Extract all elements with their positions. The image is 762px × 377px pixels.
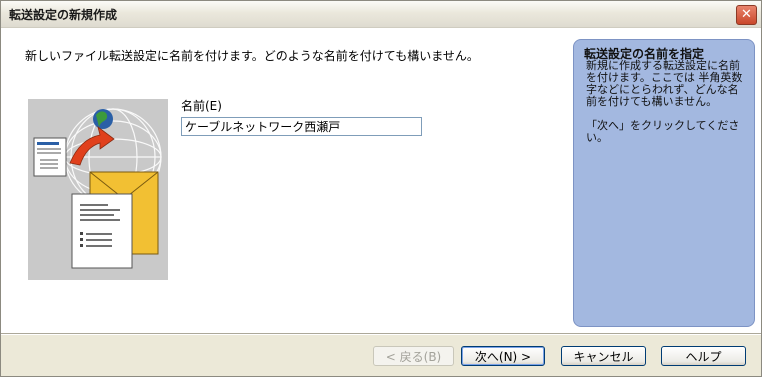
help-text-1: 新規に作成する転送設定に名前を付けます。ここでは 半角英数字などにとらわれず、ど… bbox=[586, 59, 743, 108]
cancel-button[interactable]: キャンセル bbox=[561, 346, 646, 366]
help-pane: 転送設定の名前を指定 新規に作成する転送設定に名前を付けます。ここでは 半角英数… bbox=[573, 39, 755, 327]
footer-separator bbox=[1, 333, 761, 335]
content-area: 新しいファイル転送設定に名前を付けます。どのような名前を付けても構いません。 名… bbox=[1, 28, 761, 333]
close-button[interactable]: ✕ bbox=[736, 5, 757, 25]
instruction-text: 新しいファイル転送設定に名前を付けます。どのような名前を付けても構いません。 bbox=[25, 49, 479, 63]
transfer-illustration-icon bbox=[28, 99, 168, 280]
wizard-illustration bbox=[28, 99, 168, 280]
next-button[interactable]: 次へ(N) > bbox=[461, 346, 545, 366]
help-body: 新規に作成する転送設定に名前を付けます。ここでは 半角英数字などにとらわれず、ど… bbox=[586, 60, 748, 156]
title-bar: 転送設定の新規作成 ✕ bbox=[1, 1, 761, 28]
name-input[interactable] bbox=[181, 117, 422, 136]
name-label: 名前(E) bbox=[181, 99, 222, 113]
window-title: 転送設定の新規作成 bbox=[9, 8, 118, 22]
help-text-2: 「次へ」をクリックしてください。 bbox=[586, 119, 740, 144]
help-button[interactable]: ヘルプ bbox=[661, 346, 746, 366]
wizard-window: 転送設定の新規作成 ✕ 新しいファイル転送設定に名前を付けます。どのような名前を… bbox=[0, 0, 762, 377]
back-button[interactable]: < 戻る(B) bbox=[373, 346, 454, 366]
